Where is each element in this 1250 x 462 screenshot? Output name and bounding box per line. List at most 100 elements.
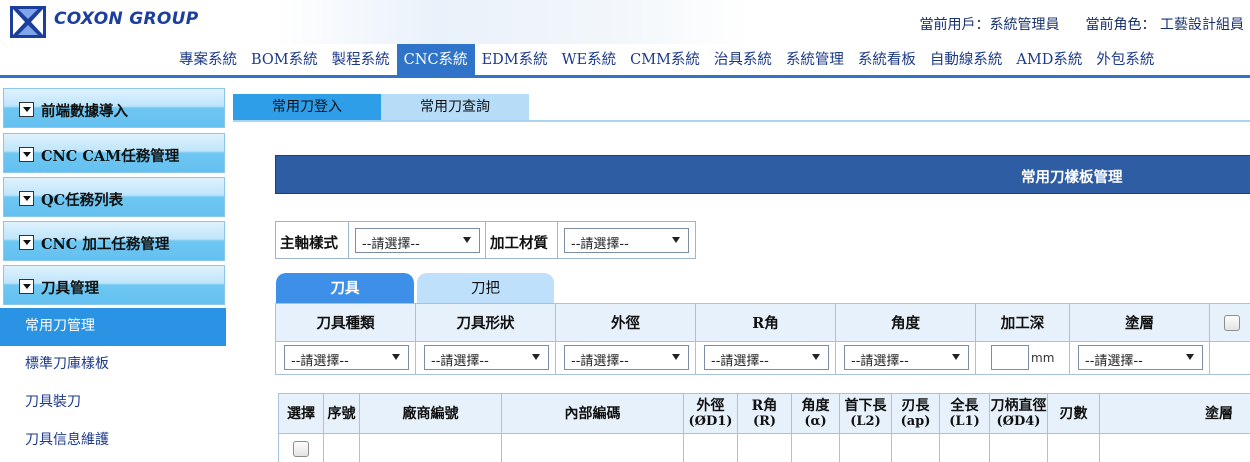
grid-col-header-sublabel: (L1) <box>949 413 980 429</box>
table-row <box>278 433 1250 462</box>
nav-item-8[interactable]: 系統管理 <box>779 44 851 75</box>
spindle-select[interactable]: --請選擇-- <box>355 228 480 253</box>
nav-item-5[interactable]: WE系統 <box>555 44 624 75</box>
current-role-label: 當前角色： 工藝設計組員 <box>1085 17 1244 33</box>
col-machining-depth: 加工深 <box>975 303 1070 342</box>
r-angle-select[interactable]: --請選擇-- <box>704 345 829 370</box>
extra-checkbox[interactable] <box>1224 315 1240 331</box>
tool-filter-table: 刀具種類 刀具形狀 外徑 R角 角度 加工深 塗層 --請選擇-- --請選擇-… <box>275 303 1250 375</box>
select-value: --請選擇-- <box>571 354 629 369</box>
nav-items: 專案系統 BOM系統 製程系統 CNC系統 EDM系統 WE系統 CMM系統 治具系統 系統管理… <box>172 44 1161 75</box>
cell <box>791 433 840 462</box>
table-header-row: 刀具種類 刀具形狀 外徑 R角 角度 加工深 塗層 <box>275 303 1250 342</box>
sidebar-group-tool-management[interactable]: 刀具管理 <box>3 265 225 305</box>
nav-item-9[interactable]: 系統看板 <box>851 44 923 75</box>
col-r-angle: R角 <box>695 303 836 342</box>
nav-item-3[interactable]: CNC系統 <box>396 44 475 75</box>
grid-col-header-label: 廠商編號 <box>402 405 459 422</box>
nav-item-7[interactable]: 治具系統 <box>707 44 779 75</box>
col-tool-shape: 刀具形狀 <box>415 303 556 342</box>
chevron-down-icon <box>812 354 820 360</box>
nav-item-1[interactable]: BOM系統 <box>244 44 325 75</box>
nav-item-11[interactable]: AMD系統 <box>1009 44 1089 75</box>
tool-shape-select[interactable]: --請選擇-- <box>424 345 549 370</box>
sidebar-group-frontend-import[interactable]: 前端數據導入 <box>3 88 225 128</box>
grid-col-header-sublabel: (R) <box>752 413 777 429</box>
spindle-label: 主軸樣式 <box>280 235 338 252</box>
nav-item-12[interactable]: 外包系統 <box>1089 44 1161 75</box>
collapse-toggle-icon <box>19 102 34 117</box>
grid-col-header-label: 首下長 <box>844 397 887 414</box>
sidebar-item-tool-assembly[interactable]: 刀具裝刀 <box>0 384 226 422</box>
nav-item-6[interactable]: CMM系統 <box>623 44 707 75</box>
sidebar-item-common-tool[interactable]: 常用刀管理 <box>0 308 226 346</box>
panel-title-bar: 常用刀樣板管理 <box>275 155 1250 194</box>
tab-divider <box>233 120 1250 122</box>
chevron-down-icon <box>672 354 680 360</box>
cell <box>737 433 792 462</box>
cell <box>1209 341 1250 375</box>
cell <box>1099 433 1250 462</box>
nav-item-0[interactable]: 專案系統 <box>172 44 244 75</box>
material-label: 加工材質 <box>490 235 548 252</box>
top-header: COXON GROUP 當前用戶：系統管理員 當前角色： 工藝設計組員 <box>0 0 1250 44</box>
col-extra <box>1209 303 1250 342</box>
select-value: --請選擇-- <box>711 354 769 369</box>
tab-holder[interactable]: 刀把 <box>417 273 554 303</box>
collapse-toggle-icon <box>19 191 34 206</box>
chevron-down-icon <box>532 354 540 360</box>
main-nav: 專案系統 BOM系統 製程系統 CNC系統 EDM系統 WE系統 CMM系統 治具系統 系統管理… <box>0 44 1250 78</box>
grid-col-header: 刃長 (ap) <box>891 393 940 434</box>
tab-common-tool-entry[interactable]: 常用刀登入 <box>233 94 381 120</box>
col-coating: 塗層 <box>1069 303 1210 342</box>
user-info: 當前用戶：系統管理員 當前角色： 工藝設計組員 <box>920 14 1244 34</box>
sidebar-group-cnc-machining[interactable]: CNC 加工任務管理 <box>3 221 225 261</box>
material-select[interactable]: --請選擇-- <box>564 228 689 253</box>
outer-diameter-select[interactable]: --請選擇-- <box>564 345 689 370</box>
grid-col-header: 外徑 (ØD1) <box>683 393 738 434</box>
coating-select[interactable]: --請選擇-- <box>1078 345 1203 370</box>
table-header-row: 選擇 序號 廠商編號 內部編碼 外徑 (ØD1) R角 (R) 角度 (α) 首下長 (L2) 刃長 (a… <box>278 393 1250 434</box>
nav-item-10[interactable]: 自動線系統 <box>923 44 1010 75</box>
cell <box>323 433 360 462</box>
spindle-select-value: --請選擇-- <box>362 237 420 252</box>
tab-tool[interactable]: 刀具 <box>276 273 414 303</box>
grid-col-header: 廠商編號 <box>359 393 502 434</box>
sidebar-group-cnc-cam[interactable]: CNC CAM任務管理 <box>3 133 225 173</box>
table-row: --請選擇-- --請選擇-- --請選擇-- --請選擇-- --請選擇-- … <box>275 341 1250 375</box>
cell <box>683 433 738 462</box>
main-content: 常用刀登入 常用刀查詢 常用刀樣板管理 主軸樣式 --請選擇-- 加工材質 --… <box>233 81 1250 462</box>
chevron-down-icon <box>1186 354 1194 360</box>
nav-item-4[interactable]: EDM系統 <box>475 44 555 75</box>
grid-col-header-label: 角度 <box>801 397 830 414</box>
grid-col-header-label: 內部編碼 <box>564 405 621 422</box>
grid-col-header-label: 刃長 <box>901 397 930 414</box>
grid-col-header-sublabel: (L2) <box>850 413 881 429</box>
tool-results-table: 選擇 序號 廠商編號 內部編碼 外徑 (ØD1) R角 (R) 角度 (α) 首下長 (L2) 刃長 (a… <box>278 393 1250 462</box>
current-user-label: 當前用戶：系統管理員 <box>919 17 1060 33</box>
sidebar-group-qc-tasks[interactable]: QC任務列表 <box>3 177 225 217</box>
divider <box>348 222 349 258</box>
grid-col-header: R角 (R) <box>737 393 792 434</box>
sidebar-item-standard-library[interactable]: 標準刀庫樣板 <box>0 346 226 384</box>
grid-col-header: 序號 <box>323 393 360 434</box>
tool-type-select[interactable]: --請選擇-- <box>284 345 409 370</box>
machining-depth-input[interactable] <box>991 345 1029 370</box>
collapse-toggle-icon <box>19 235 34 250</box>
select-value: --請選擇-- <box>431 354 489 369</box>
nav-item-2[interactable]: 製程系統 <box>325 44 397 75</box>
sidebar-item-tool-info[interactable]: 刀具信息維護 <box>0 422 226 460</box>
col-angle: 角度 <box>835 303 976 342</box>
cell <box>891 433 940 462</box>
tab-common-tool-query[interactable]: 常用刀查詢 <box>381 94 529 120</box>
cell: --請選擇-- <box>695 341 836 375</box>
grid-col-header: 選擇 <box>278 393 324 434</box>
row-select-checkbox[interactable] <box>293 440 309 457</box>
sidebar-group-label: QC任務列表 <box>41 192 124 209</box>
angle-select[interactable]: --請選擇-- <box>844 345 969 370</box>
grid-col-header: 內部編碼 <box>501 393 684 434</box>
coxon-logo-icon <box>10 6 46 38</box>
cell: --請選擇-- <box>1069 341 1210 375</box>
grid-col-header-label: 全長 <box>950 397 979 414</box>
grid-col-header: 刀柄直徑 (ØD4) <box>989 393 1048 434</box>
